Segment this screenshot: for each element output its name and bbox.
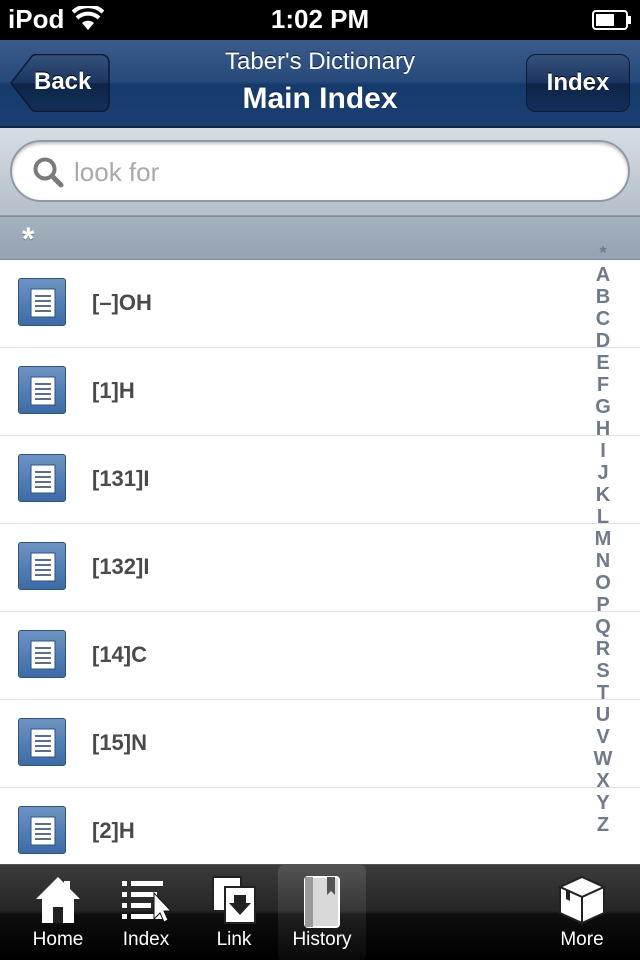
- index-letter[interactable]: H: [588, 418, 618, 440]
- tab-index-label: Index: [122, 929, 170, 950]
- search-input[interactable]: [74, 150, 604, 194]
- tab-link[interactable]: Link: [190, 865, 278, 960]
- document-icon: [18, 718, 66, 766]
- document-icon: [18, 454, 66, 502]
- index-letter[interactable]: P: [588, 594, 618, 616]
- tab-bar: Home Index Link History More: [0, 864, 640, 960]
- document-icon: [18, 278, 66, 326]
- list-item-label: [131]I: [92, 466, 150, 491]
- clock: 1:02 PM: [270, 4, 370, 34]
- list-item-label: [–]OH: [92, 290, 152, 315]
- index-letter[interactable]: R: [588, 638, 618, 660]
- document-icon: [18, 806, 66, 854]
- index-letter[interactable]: N: [588, 550, 618, 572]
- tab-more[interactable]: More: [538, 865, 626, 960]
- index-letter[interactable]: S: [588, 660, 618, 682]
- index-letter[interactable]: J: [588, 462, 618, 484]
- list-item[interactable]: [14]C: [0, 612, 640, 700]
- list-item[interactable]: [2]H: [0, 788, 640, 864]
- index-letter[interactable]: Y: [588, 792, 618, 814]
- list-item-label: [15]N: [92, 730, 148, 755]
- index-letter[interactable]: *: [588, 236, 618, 264]
- index-letter[interactable]: Z: [588, 814, 618, 836]
- list-item-label: [14]C: [92, 642, 148, 667]
- index-letter[interactable]: E: [588, 352, 618, 374]
- index-letter[interactable]: B: [588, 286, 618, 308]
- index-letter[interactable]: T: [588, 682, 618, 704]
- tab-home-label: Home: [32, 929, 84, 950]
- index-letter[interactable]: K: [588, 484, 618, 506]
- section-header: *: [0, 216, 640, 260]
- battery-icon: [592, 10, 631, 30]
- index-letter[interactable]: V: [588, 726, 618, 748]
- index-letter[interactable]: C: [588, 308, 618, 330]
- document-icon: [18, 366, 66, 414]
- index-letter[interactable]: G: [588, 396, 618, 418]
- search-bar: [0, 128, 640, 216]
- list-item-label: [132]I: [92, 554, 150, 579]
- status-bar: iPod 1:02 PM: [0, 0, 640, 40]
- tab-index[interactable]: Index: [102, 865, 190, 960]
- list-item[interactable]: [–]OH: [0, 260, 640, 348]
- tab-link-label: Link: [216, 929, 252, 950]
- alphabet-index[interactable]: * A B C D E F G H I J K L M N O P Q R S …: [588, 236, 618, 842]
- list-item[interactable]: [15]N: [0, 700, 640, 788]
- list-item[interactable]: [131]I: [0, 436, 640, 524]
- link-icon: [212, 876, 256, 924]
- search-field[interactable]: [10, 140, 630, 202]
- navigation-bar: Back Taber's Dictionary Main Index Index: [0, 40, 640, 128]
- index-letter[interactable]: A: [588, 264, 618, 286]
- more-box-icon: [557, 875, 607, 925]
- entry-list: [–]OH [1]H [131]I [132]I [14]C [15]N [2]…: [0, 260, 640, 864]
- index-letter[interactable]: I: [588, 440, 618, 462]
- tab-more-label: More: [560, 929, 604, 950]
- index-letter[interactable]: U: [588, 704, 618, 726]
- list-item-label: [2]H: [92, 818, 135, 843]
- index-letter[interactable]: L: [588, 506, 618, 528]
- list-item[interactable]: [1]H: [0, 348, 640, 436]
- index-letter[interactable]: O: [588, 572, 618, 594]
- index-letter[interactable]: X: [588, 770, 618, 792]
- index-button[interactable]: Index: [526, 54, 630, 112]
- index-list-icon: [122, 881, 172, 923]
- tab-home[interactable]: Home: [14, 865, 102, 960]
- tab-history-label: History: [292, 929, 352, 950]
- document-icon: [18, 542, 66, 590]
- document-icon: [18, 630, 66, 678]
- index-letter[interactable]: D: [588, 330, 618, 352]
- index-letter[interactable]: Q: [588, 616, 618, 638]
- section-header-label: *: [22, 221, 35, 257]
- list-item[interactable]: [132]I: [0, 524, 640, 612]
- search-icon: [33, 157, 64, 188]
- index-letter[interactable]: W: [588, 748, 618, 770]
- home-icon: [36, 877, 80, 923]
- index-letter[interactable]: F: [588, 374, 618, 396]
- index-letter[interactable]: M: [588, 528, 618, 550]
- history-book-icon: [304, 876, 340, 928]
- tab-history[interactable]: History: [278, 865, 366, 960]
- list-item-label: [1]H: [92, 378, 135, 403]
